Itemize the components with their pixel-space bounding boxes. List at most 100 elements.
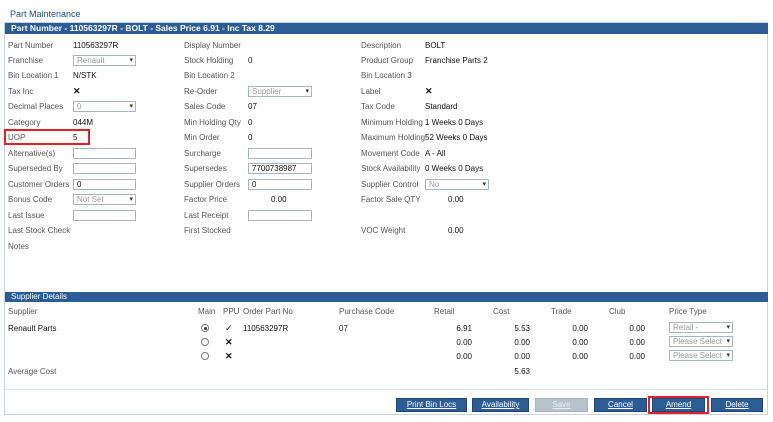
cost-header: Cost bbox=[493, 307, 510, 316]
supplier-control-value: No bbox=[429, 180, 440, 189]
bin-location-1-label: Bin Location 1 bbox=[8, 71, 59, 80]
voc-weight-label: VOC Weight bbox=[361, 226, 406, 235]
club-header: Club bbox=[609, 307, 626, 316]
delete-button[interactable]: Delete bbox=[711, 398, 763, 412]
customer-orders-input[interactable]: 0 bbox=[73, 179, 136, 190]
product-group-label: Product Group bbox=[361, 56, 414, 65]
last-receipt-label: Last Receipt bbox=[184, 211, 229, 220]
uop-label: UOP bbox=[8, 133, 26, 142]
row-3-retail: 0.00 bbox=[456, 352, 472, 361]
description-label: Description bbox=[361, 41, 402, 50]
row-3-ppu-cross-icon: ✕ bbox=[225, 351, 233, 361]
supplier-control-label: Supplier Control bbox=[361, 180, 419, 189]
last-issue-input[interactable] bbox=[73, 210, 136, 221]
main-header: Main bbox=[198, 307, 216, 316]
row-1-price-type-select[interactable]: Retail - ▾ bbox=[669, 322, 733, 333]
supersedes-input[interactable]: 7700738987 bbox=[248, 163, 312, 174]
display-number-label: Display Number bbox=[184, 41, 241, 50]
stock-holding-label: Stock Holding bbox=[184, 56, 234, 65]
decimal-places-label: Decimal Places bbox=[8, 102, 64, 111]
availability-button[interactable]: Availability bbox=[472, 398, 529, 412]
amend-button[interactable]: Amend bbox=[652, 398, 705, 412]
category-label: Category bbox=[8, 118, 41, 127]
row-2-club: 0.00 bbox=[629, 338, 645, 347]
min-order-value: 0 bbox=[248, 133, 253, 142]
print-bin-locs-button[interactable]: Print Bin Locs bbox=[396, 398, 467, 412]
row-1-main-radio[interactable] bbox=[201, 324, 209, 332]
min-holding-qty-label: Min Holding Qty bbox=[184, 118, 241, 127]
row-1-order-part-no: 110563297R bbox=[243, 324, 289, 333]
tax-inc-cross-icon: ✕ bbox=[73, 86, 81, 96]
row-1-cost: 5.53 bbox=[514, 324, 530, 333]
decimal-places-select[interactable]: 0 ▾ bbox=[73, 101, 136, 112]
surcharge-input[interactable] bbox=[248, 148, 312, 159]
franchise-label: Franchise bbox=[8, 56, 44, 65]
order-part-no-header: Order Part No bbox=[243, 307, 293, 316]
customer-orders-label: Customer Orders bbox=[8, 180, 70, 189]
average-cost-value: 5.63 bbox=[514, 367, 530, 376]
superseded-by-input[interactable] bbox=[73, 163, 136, 174]
row-3-trade: 0.00 bbox=[572, 352, 588, 361]
alternatives-label: Alternative(s) bbox=[8, 149, 56, 158]
retail-header: Retail bbox=[434, 307, 455, 316]
supplier-control-select[interactable]: No ▾ bbox=[425, 179, 489, 190]
maximum-holding-label: Maximum Holding bbox=[361, 133, 426, 142]
row-1-supplier: Renault Parts bbox=[8, 324, 57, 333]
tax-code-value: Standard bbox=[425, 102, 458, 111]
price-type-header: Price Type bbox=[669, 307, 707, 316]
row-2-main-radio[interactable] bbox=[201, 338, 209, 346]
footer-divider bbox=[5, 389, 768, 390]
tax-code-label: Tax Code bbox=[361, 102, 395, 111]
movement-code-value: A - All bbox=[425, 149, 446, 158]
row-2-trade: 0.00 bbox=[572, 338, 588, 347]
row-2-price-type-value: Please Select bbox=[673, 337, 722, 346]
row-2-ppu-cross-icon: ✕ bbox=[225, 337, 233, 347]
bonus-code-value: Not Set bbox=[77, 195, 104, 204]
row-3-main-radio[interactable] bbox=[201, 352, 209, 360]
min-holding-qty-value: 0 bbox=[248, 118, 253, 127]
save-button[interactable]: Save bbox=[535, 398, 588, 412]
minimum-holding-value: 1 Weeks 0 Days bbox=[425, 118, 484, 127]
trade-header: Trade bbox=[551, 307, 572, 316]
window-title: Part Maintenance bbox=[10, 9, 81, 19]
superseded-by-label: Superseded By bbox=[8, 164, 63, 173]
reorder-select[interactable]: Supplier ▾ bbox=[248, 86, 312, 97]
chevron-down-icon: ▾ bbox=[305, 88, 309, 95]
chevron-down-icon: ▾ bbox=[726, 338, 730, 345]
chevron-down-icon: ▾ bbox=[129, 57, 133, 64]
part-number-label: Part Number bbox=[8, 41, 54, 50]
supplier-orders-input[interactable]: 0 bbox=[248, 179, 312, 190]
movement-code-label: Movement Code bbox=[361, 149, 420, 158]
franchise-select[interactable]: Renault ▾ bbox=[73, 55, 136, 66]
stock-availability-value: 0 Weeks 0 Days bbox=[425, 164, 484, 173]
cancel-button[interactable]: Cancel bbox=[594, 398, 647, 412]
factor-price-value: 0.00 bbox=[271, 195, 287, 204]
label-label: Label bbox=[361, 87, 381, 96]
last-receipt-input[interactable] bbox=[248, 210, 312, 221]
bin-location-3-label: Bin Location 3 bbox=[361, 71, 412, 80]
chevron-down-icon: ▾ bbox=[129, 103, 133, 110]
notes-label: Notes bbox=[8, 242, 29, 251]
row-1-purchase-code: 07 bbox=[339, 324, 348, 333]
supplier-details-bar: Supplier Details bbox=[5, 292, 768, 302]
row-3-price-type-select[interactable]: Please Select ▾ bbox=[669, 350, 733, 361]
row-1-price-type-value: Retail - bbox=[673, 323, 699, 332]
chevron-down-icon: ▾ bbox=[482, 181, 486, 188]
stock-availability-label: Stock Availability bbox=[361, 164, 421, 173]
bonus-code-select[interactable]: Not Set ▾ bbox=[73, 194, 136, 205]
alternatives-input[interactable] bbox=[73, 148, 136, 159]
average-cost-label: Average Cost bbox=[8, 367, 57, 376]
ppu-header: PPU bbox=[223, 307, 240, 316]
factor-sale-qty-label: Factor Sale QTY bbox=[361, 195, 421, 204]
bin-location-1-value: N/STK bbox=[73, 71, 97, 80]
description-value: BOLT bbox=[425, 41, 446, 50]
reorder-value: Supplier bbox=[252, 87, 282, 96]
row-2-price-type-select[interactable]: Please Select ▾ bbox=[669, 336, 733, 347]
stock-holding-value: 0 bbox=[248, 56, 253, 65]
row-1-trade: 0.00 bbox=[572, 324, 588, 333]
first-stocked-label: First Stocked bbox=[184, 226, 231, 235]
row-3-cost: 0.00 bbox=[514, 352, 530, 361]
row-2-cost: 0.00 bbox=[514, 338, 530, 347]
chevron-down-icon: ▾ bbox=[726, 352, 730, 359]
franchise-select-value: Renault bbox=[77, 56, 105, 65]
